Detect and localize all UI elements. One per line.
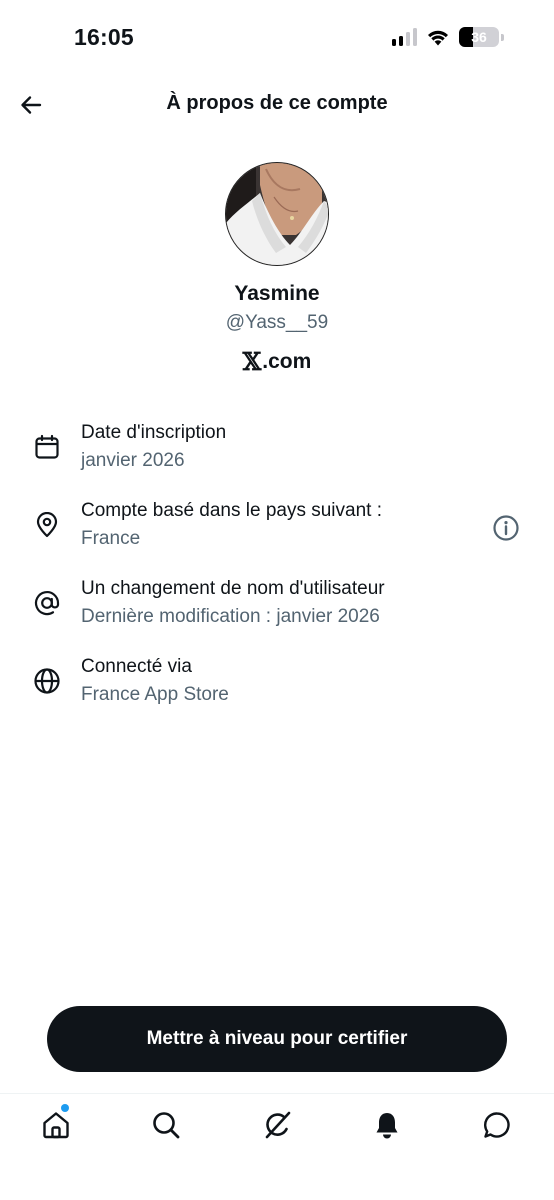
info-title: Un changement de nom d'utilisateur xyxy=(81,578,385,599)
location-pin-icon xyxy=(32,510,62,540)
messages-icon xyxy=(484,1112,510,1138)
info-row-join-date: Date d'inscription janvier 2026 xyxy=(0,422,554,486)
at-sign-icon xyxy=(32,588,62,618)
source-domain: 𝕏 .com xyxy=(0,350,554,374)
battery-tip xyxy=(501,33,504,41)
info-circle-icon xyxy=(493,515,519,541)
tab-search[interactable] xyxy=(149,1108,183,1142)
source-text: .com xyxy=(262,350,312,373)
info-value: Dernière modification : janvier 2026 xyxy=(81,606,380,627)
battery-icon: 36 xyxy=(459,27,499,47)
tab-home[interactable] xyxy=(39,1108,73,1142)
bottom-tab-bar xyxy=(0,1093,554,1200)
info-value: France xyxy=(81,528,141,549)
tab-notifications[interactable] xyxy=(370,1108,404,1142)
upgrade-to-verify-button[interactable]: Mettre à niveau pour certifier xyxy=(47,1006,507,1072)
info-row-username-change: Un changement de nom d'utilisateur Derni… xyxy=(0,578,554,642)
profile-handle: @Yass__59 xyxy=(225,312,329,333)
home-icon xyxy=(43,1112,69,1139)
status-bar: 16:05 36 xyxy=(0,0,554,76)
battery-level: 36 xyxy=(471,29,487,45)
globe-icon xyxy=(32,666,62,696)
bell-icon xyxy=(376,1113,398,1139)
info-button[interactable] xyxy=(490,512,522,544)
status-indicators: 36 xyxy=(392,26,504,48)
grok-icon xyxy=(265,1111,291,1139)
info-row-country: Compte basé dans le pays suivant : Franc… xyxy=(0,500,554,564)
page-title: À propos de ce compte xyxy=(166,92,388,114)
header: À propos de ce compte xyxy=(0,80,554,130)
info-value: janvier 2026 xyxy=(81,450,185,471)
cellular-signal-icon xyxy=(392,28,417,46)
info-value: France App Store xyxy=(81,684,229,705)
info-row-connected-via: Connecté via France App Store xyxy=(0,656,554,720)
profile-name: Yasmine xyxy=(234,282,320,305)
calendar-icon xyxy=(32,432,62,462)
tab-grok[interactable] xyxy=(260,1108,294,1142)
info-title: Connecté via xyxy=(81,656,192,677)
search-icon xyxy=(153,1112,180,1139)
x-logo-icon: 𝕏 xyxy=(242,347,262,376)
notification-dot xyxy=(61,1104,69,1112)
info-title: Date d'inscription xyxy=(81,422,227,443)
avatar[interactable] xyxy=(225,162,329,266)
tab-messages[interactable] xyxy=(480,1108,514,1142)
status-time: 16:05 xyxy=(74,24,134,50)
wifi-icon xyxy=(428,30,448,46)
info-title: Compte basé dans le pays suivant : xyxy=(81,500,383,521)
